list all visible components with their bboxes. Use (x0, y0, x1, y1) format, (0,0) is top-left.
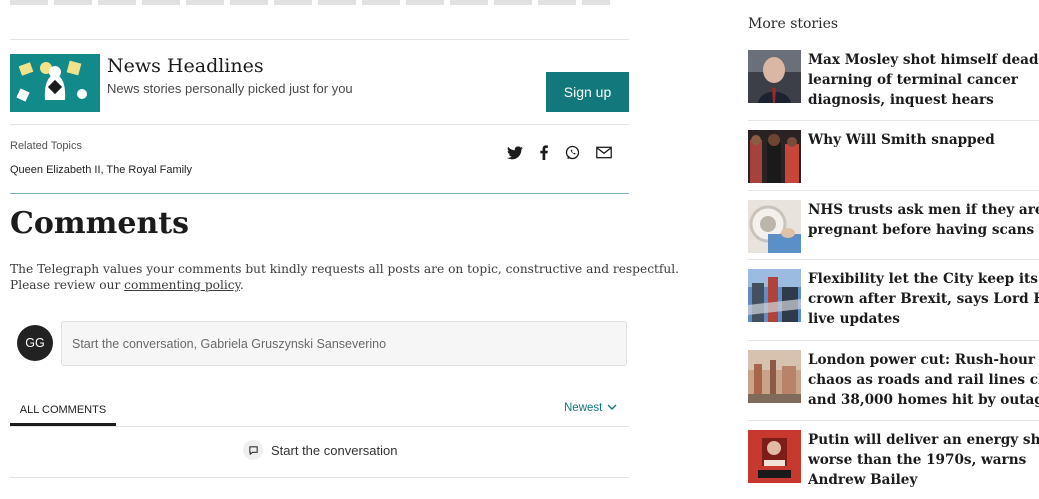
story-headline: Max Mosley shot himself dead afterlearni… (808, 52, 1039, 108)
story-thumbnail (748, 50, 801, 103)
newsletter-illustration (10, 54, 100, 112)
newsletter-title: News Headlines (107, 55, 264, 77)
related-topics-title: Related Topics (10, 140, 82, 152)
avatar: GG (17, 325, 53, 361)
guidelines-suffix: . (239, 278, 244, 292)
email-icon[interactable] (596, 146, 612, 159)
chevron-down-icon (607, 402, 617, 414)
divider (10, 477, 629, 478)
whatsapp-icon[interactable] (565, 145, 580, 160)
divider (748, 340, 1039, 341)
truncated-article-text (10, 0, 610, 8)
divider (748, 420, 1039, 421)
twitter-icon[interactable] (507, 145, 523, 160)
commenting-policy-link[interactable]: commenting policy (124, 278, 240, 292)
guidelines-text: The Telegraph values your comments but k… (10, 262, 680, 276)
divider (748, 190, 1039, 191)
newsletter-promo: News Headlines News stories personally p… (10, 54, 629, 112)
story-headline: London power cut: Rush-hour chaos as road… (808, 352, 1039, 408)
more-stories-title: More stories (748, 16, 839, 32)
story-headline: Flexibility let the City keep its crown a… (808, 271, 1039, 327)
divider (10, 426, 629, 427)
signup-button[interactable]: Sign up (546, 72, 629, 112)
section-divider (10, 193, 629, 194)
sort-label: Newest (564, 402, 603, 414)
start-conversation-button[interactable]: Start the conversation (243, 440, 397, 460)
story-headline: NHS trusts ask men if they are pregnant b… (808, 202, 1039, 238)
guidelines-prefix: Please review our (10, 278, 125, 292)
comment-input[interactable] (61, 321, 627, 366)
divider (10, 124, 629, 125)
more-stories-sidebar: More stories Max Mosley shot himself dea… (748, 0, 1039, 499)
story-headline: Putin will deliver an energy shockworse … (808, 432, 1039, 488)
story-thumbnail (748, 350, 801, 403)
sort-dropdown[interactable]: Newest (564, 402, 617, 414)
related-topics: Related Topics Queen Elizabeth II, The R… (10, 140, 192, 176)
comments-guidelines: The Telegraph values your comments but k… (10, 261, 680, 293)
facebook-icon[interactable] (539, 145, 549, 160)
related-topics-links[interactable]: Queen Elizabeth II, The Royal Family (10, 164, 192, 176)
story-headline: Why Will Smith snapped (808, 132, 995, 148)
share-bar (507, 145, 612, 160)
divider (748, 259, 1039, 260)
story-thumbnail (748, 130, 801, 183)
story-thumbnail (748, 430, 801, 483)
divider (10, 39, 629, 40)
speech-bubble-icon (243, 440, 263, 460)
divider (748, 120, 1039, 121)
comments-heading: Comments (10, 206, 190, 241)
story-thumbnail (748, 269, 801, 322)
newsletter-description: News stories personally picked just for … (107, 81, 353, 96)
start-conversation-label: Start the conversation (271, 442, 398, 458)
story-thumbnail (748, 200, 801, 253)
